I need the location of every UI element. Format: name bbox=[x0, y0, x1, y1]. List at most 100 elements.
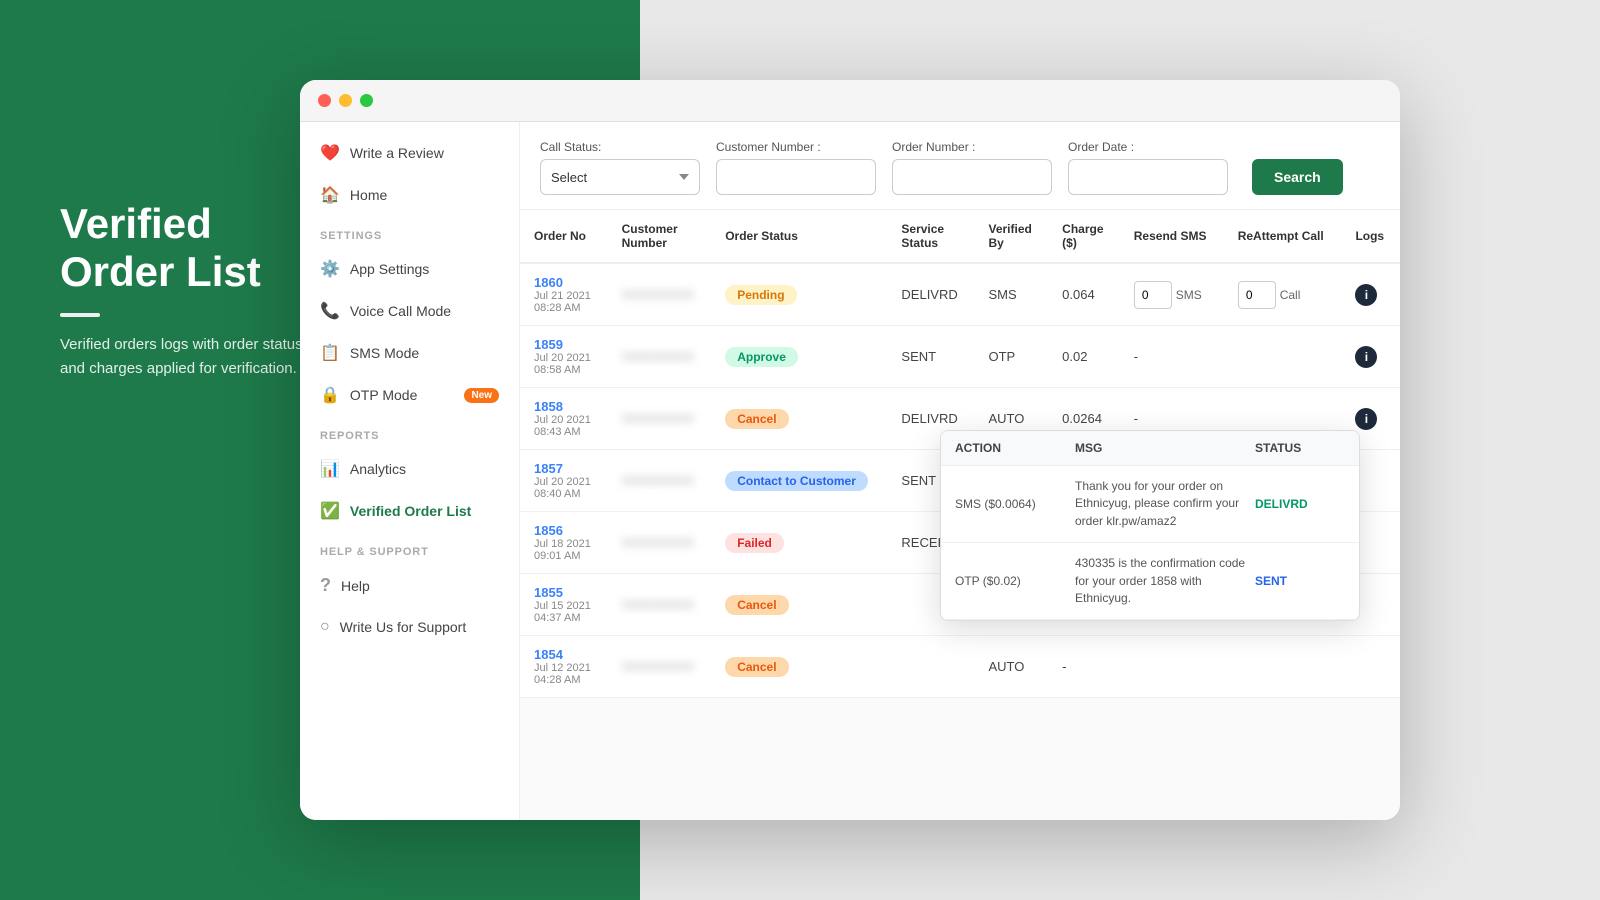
order-cell: 1858 Jul 20 202108:43 AM bbox=[520, 388, 608, 450]
home-icon: 🏠 bbox=[320, 185, 340, 205]
verified-by-cell: SMS bbox=[975, 263, 1049, 326]
sidebar-item-help[interactable]: ? Help bbox=[300, 564, 519, 607]
charge-cell: 0.02 bbox=[1048, 326, 1120, 388]
sidebar-item-verified-order-list[interactable]: ✅ Verified Order List bbox=[300, 490, 519, 532]
col-customer-number: CustomerNumber bbox=[608, 210, 712, 263]
sidebar-section-reports: REPORTS bbox=[300, 416, 519, 448]
info-icon[interactable]: i bbox=[1355, 284, 1377, 306]
call-status-filter: Call Status: Select Pending Delivered Fa… bbox=[540, 140, 700, 195]
action-popup: ACTION MSG STATUS SMS ($0.0064) Thank yo… bbox=[940, 430, 1360, 621]
customer-number-input[interactable] bbox=[716, 159, 876, 195]
blurred-number: 0000000000 bbox=[622, 349, 694, 364]
popup-status-2: SENT bbox=[1255, 574, 1345, 588]
resend-sms-cell bbox=[1120, 636, 1224, 698]
customer-number-cell: 0000000000 bbox=[608, 450, 712, 512]
resend-sms-input[interactable] bbox=[1134, 281, 1172, 309]
sidebar-label-write-review: Write a Review bbox=[350, 145, 444, 161]
order-link[interactable]: 1857 bbox=[534, 461, 594, 476]
reattempt-call-cell: Call bbox=[1224, 263, 1342, 326]
order-status-cell: Cancel bbox=[711, 388, 887, 450]
service-status-cell: DELIVRD bbox=[887, 263, 974, 326]
order-date-cell: Jul 20 202108:40 AM bbox=[534, 476, 594, 500]
dot-red[interactable] bbox=[318, 94, 331, 107]
customer-number-cell: 0000000000 bbox=[608, 512, 712, 574]
titlebar bbox=[300, 80, 1400, 122]
order-cell: 1860 Jul 21 202108:28 AM bbox=[520, 263, 608, 326]
popup-msg-1: Thank you for your order on Ethnicyug, p… bbox=[1075, 478, 1255, 530]
sidebar-item-home[interactable]: 🏠 Home bbox=[300, 174, 519, 216]
call-label: Call bbox=[1280, 288, 1301, 302]
sidebar-label-voice-call-mode: Voice Call Mode bbox=[350, 303, 451, 319]
col-verified-by: VerifiedBy bbox=[975, 210, 1049, 263]
popup-action-1: SMS ($0.0064) bbox=[955, 497, 1075, 511]
sidebar-item-write-support[interactable]: ○ Write Us for Support bbox=[300, 607, 519, 647]
sms-icon: 📋 bbox=[320, 343, 340, 363]
sidebar-item-analytics[interactable]: 📊 Analytics bbox=[300, 448, 519, 490]
status-badge: Cancel bbox=[725, 595, 788, 615]
order-date-input[interactable] bbox=[1068, 159, 1228, 195]
order-date-cell: Jul 20 202108:58 AM bbox=[534, 352, 594, 376]
hero-title: Verified Order List bbox=[60, 200, 320, 297]
order-date-label: Order Date : bbox=[1068, 140, 1228, 154]
filters-bar: Call Status: Select Pending Delivered Fa… bbox=[520, 122, 1400, 210]
order-number-label: Order Number : bbox=[892, 140, 1052, 154]
status-badge: Pending bbox=[725, 285, 796, 305]
reattempt-input[interactable] bbox=[1238, 281, 1276, 309]
order-cell: 1856 Jul 18 202109:01 AM bbox=[520, 512, 608, 574]
hero-divider bbox=[60, 313, 100, 317]
info-icon[interactable]: i bbox=[1355, 346, 1377, 368]
blurred-number: 0000000000 bbox=[622, 287, 694, 302]
order-date-cell: Jul 21 202108:28 AM bbox=[534, 290, 594, 314]
sidebar-section-help: HELP & SUPPORT bbox=[300, 532, 519, 564]
order-status-cell: Approve bbox=[711, 326, 887, 388]
heart-icon: ❤️ bbox=[320, 143, 340, 163]
dot-yellow[interactable] bbox=[339, 94, 352, 107]
order-link[interactable]: 1855 bbox=[534, 585, 594, 600]
col-charge: Charge($) bbox=[1048, 210, 1120, 263]
logs-cell bbox=[1341, 636, 1400, 698]
order-number-input[interactable] bbox=[892, 159, 1052, 195]
order-status-cell: Contact to Customer bbox=[711, 450, 887, 512]
col-order-status: Order Status bbox=[711, 210, 887, 263]
sidebar: ❤️ Write a Review 🏠 Home SETTINGS ⚙️ App… bbox=[300, 122, 520, 820]
order-date-cell: Jul 18 202109:01 AM bbox=[534, 538, 594, 562]
popup-header: ACTION MSG STATUS bbox=[941, 431, 1359, 466]
sidebar-item-write-review[interactable]: ❤️ Write a Review bbox=[300, 132, 519, 174]
order-link[interactable]: 1860 bbox=[534, 275, 594, 290]
info-icon[interactable]: i bbox=[1355, 408, 1377, 430]
popup-row-2: OTP ($0.02) 430335 is the confirmation c… bbox=[941, 543, 1359, 620]
order-date-cell: Jul 15 202104:37 AM bbox=[534, 600, 594, 624]
order-date-cell: Jul 12 202104:28 AM bbox=[534, 662, 594, 686]
sidebar-item-otp-mode[interactable]: 🔒 OTP Mode New bbox=[300, 374, 519, 416]
sidebar-item-app-settings[interactable]: ⚙️ App Settings bbox=[300, 248, 519, 290]
popup-col-action: ACTION bbox=[955, 441, 1075, 455]
order-link[interactable]: 1854 bbox=[534, 647, 594, 662]
sidebar-item-sms-mode[interactable]: 📋 SMS Mode bbox=[300, 332, 519, 374]
order-link[interactable]: 1856 bbox=[534, 523, 594, 538]
call-status-select[interactable]: Select Pending Delivered Failed bbox=[540, 159, 700, 195]
order-cell: 1854 Jul 12 202104:28 AM bbox=[520, 636, 608, 698]
order-cell: 1859 Jul 20 202108:58 AM bbox=[520, 326, 608, 388]
status-badge: Cancel bbox=[725, 409, 788, 429]
order-status-cell: Cancel bbox=[711, 636, 887, 698]
dot-green[interactable] bbox=[360, 94, 373, 107]
new-badge: New bbox=[464, 388, 499, 403]
order-status-cell: Pending bbox=[711, 263, 887, 326]
customer-number-filter: Customer Number : bbox=[716, 140, 876, 195]
verified-icon: ✅ bbox=[320, 501, 340, 521]
table-row: 1854 Jul 12 202104:28 AM 0000000000 Canc… bbox=[520, 636, 1400, 698]
status-badge: Approve bbox=[725, 347, 798, 367]
sidebar-label-help: Help bbox=[341, 578, 370, 594]
order-cell: 1857 Jul 20 202108:40 AM bbox=[520, 450, 608, 512]
reattempt-call-cell bbox=[1224, 636, 1342, 698]
sidebar-item-voice-call-mode[interactable]: 📞 Voice Call Mode bbox=[300, 290, 519, 332]
table-row: 1860 Jul 21 202108:28 AM 0000000000 Pend… bbox=[520, 263, 1400, 326]
blurred-number: 0000000000 bbox=[622, 597, 694, 612]
search-button[interactable]: Search bbox=[1252, 159, 1343, 195]
order-link[interactable]: 1858 bbox=[534, 399, 594, 414]
main-content: Call Status: Select Pending Delivered Fa… bbox=[520, 122, 1400, 820]
app-window: ❤️ Write a Review 🏠 Home SETTINGS ⚙️ App… bbox=[300, 80, 1400, 820]
service-status-cell bbox=[887, 636, 974, 698]
order-status-cell: Cancel bbox=[711, 574, 887, 636]
order-link[interactable]: 1859 bbox=[534, 337, 594, 352]
